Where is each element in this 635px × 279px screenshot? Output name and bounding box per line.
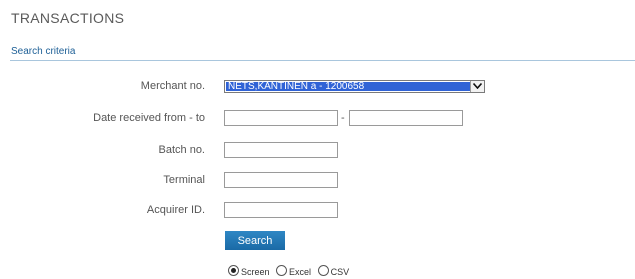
page-title: TRANSACTIONS <box>11 10 125 26</box>
batch-label: Batch no. <box>158 144 205 156</box>
acquirer-label: Acquirer ID. <box>146 204 205 216</box>
merchant-select[interactable]: NETS,KANTINEN a - 1200658 <box>224 80 485 93</box>
radio-excel-label: Excel <box>289 267 312 277</box>
merchant-selected-value: NETS,KANTINEN a - 1200658 <box>226 82 470 91</box>
date-to-input[interactable] <box>349 110 463 126</box>
merchant-label: Merchant no. <box>140 80 205 92</box>
date-range-separator: - <box>341 112 345 124</box>
terminal-label: Terminal <box>163 174 205 186</box>
section-divider <box>10 60 635 61</box>
search-button[interactable]: Search <box>225 231 285 250</box>
radio-csv-label: CSV <box>330 267 350 277</box>
transactions-page: TRANSACTIONS Search criteria Merchant no… <box>0 0 635 279</box>
date-from-input[interactable] <box>224 110 338 126</box>
date-received-label: Date received from - to <box>93 112 205 124</box>
radio-excel[interactable] <box>276 265 288 276</box>
search-criteria-heading: Search criteria <box>11 46 76 57</box>
radio-csv[interactable] <box>317 265 329 276</box>
dropdown-arrow-button[interactable] <box>470 81 484 92</box>
radio-screen[interactable] <box>228 265 239 276</box>
chevron-down-icon <box>473 83 482 89</box>
terminal-input[interactable] <box>224 172 338 188</box>
batch-input[interactable] <box>224 142 338 158</box>
output-format-group: Screen Excel CSV <box>228 264 353 277</box>
radio-screen-label: Screen <box>241 267 270 277</box>
acquirer-input[interactable] <box>224 202 338 218</box>
